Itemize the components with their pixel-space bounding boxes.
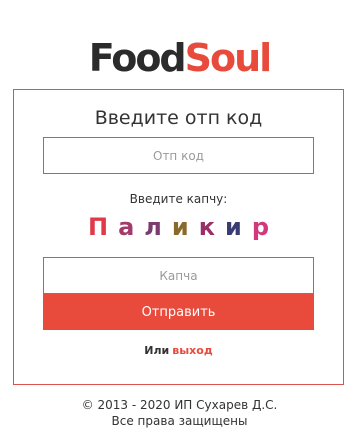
copyright: © 2013 - 2020 ИП Сухарев Д.С.: [81, 398, 278, 412]
otp-form-card: Введите отп код Введите капчу: Паликир О…: [13, 89, 344, 385]
submit-button[interactable]: Отправить: [43, 294, 314, 330]
captcha-char: л: [144, 213, 162, 241]
otp-input[interactable]: [43, 137, 314, 174]
logo-soul: Soul: [184, 36, 273, 80]
form-title: Введите отп код: [94, 107, 263, 129]
rights-reserved: Все права защищены: [111, 414, 248, 428]
logo: FoodSoul: [0, 34, 359, 82]
logout-link[interactable]: выход: [172, 344, 212, 357]
captcha-input[interactable]: [43, 257, 314, 294]
logo-food: Food: [88, 36, 187, 80]
alt-prefix: Или: [144, 344, 170, 357]
captcha-char: к: [198, 213, 215, 241]
alt-action: Или выход: [14, 344, 343, 357]
captcha-image: Паликир: [14, 208, 343, 246]
captcha-char: а: [118, 213, 135, 241]
captcha-char: и: [171, 213, 189, 241]
captcha-char: р: [251, 213, 269, 241]
captcha-label: Введите капчу:: [129, 192, 228, 206]
footer: © 2013 - 2020 ИП Сухарев Д.С. Все права …: [0, 397, 359, 429]
captcha-char: и: [224, 213, 242, 241]
captcha-char: П: [87, 213, 109, 241]
